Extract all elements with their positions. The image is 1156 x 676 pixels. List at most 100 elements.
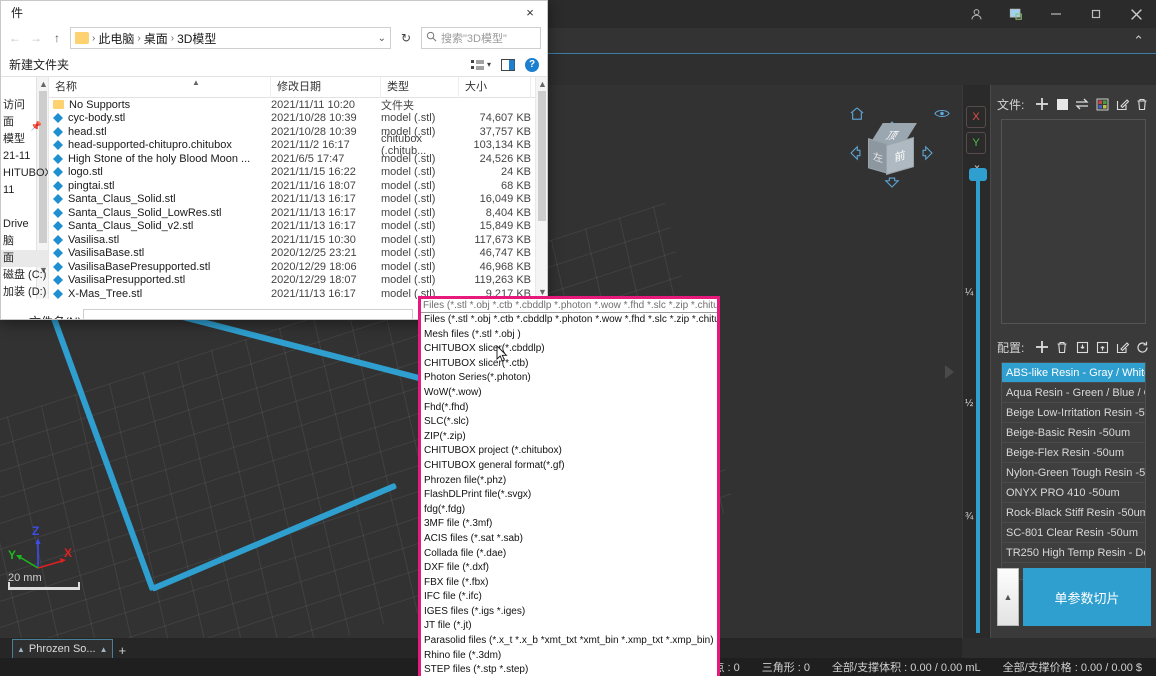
panel-collapse-arrow-icon[interactable] xyxy=(945,365,954,379)
breadcrumb-item-2[interactable]: 3D模型 xyxy=(177,30,216,47)
file-list-box[interactable] xyxy=(1001,119,1146,324)
table-row[interactable]: logo.stl 2021/11/15 16:22 model (.stl) 24 K… xyxy=(49,166,547,180)
scroll-up-arrow-icon[interactable]: ▲ xyxy=(538,79,547,89)
add-printer-tab-button[interactable]: + xyxy=(119,643,127,658)
edit-icon[interactable] xyxy=(1114,339,1130,355)
file-name-cell[interactable]: pingtai.stl xyxy=(49,180,271,192)
filetype-dropdown[interactable]: Files (*.stl *.obj *.ctb *.cbddlp *.phot… xyxy=(418,296,720,676)
view-cube[interactable]: 顶 左 前 xyxy=(868,123,917,176)
filetype-option-14[interactable]: 3MF file (*.3mf) xyxy=(421,517,717,532)
filetype-option-9[interactable]: CHITUBOX project (*.chitubox) xyxy=(421,444,717,459)
up-button[interactable]: ↑ xyxy=(49,28,65,48)
sidebar-item-7[interactable]: Drive xyxy=(1,216,48,233)
search-input[interactable]: 搜索"3D模型" xyxy=(421,27,541,49)
filetype-option-4[interactable]: Photon Series(*.photon) xyxy=(421,371,717,386)
sidebar-item-4[interactable]: HITUBOX xyxy=(1,165,48,182)
printer-tab[interactable]: ▲ Phrozen So... ▲ xyxy=(12,639,113,658)
column-header-type[interactable]: 类型 xyxy=(381,77,459,98)
filetype-option-24[interactable]: STEP files (*.stp *.step) xyxy=(421,663,717,676)
resin-list[interactable]: ABS-like Resin - Gray / White -50umAqua … xyxy=(1001,362,1146,580)
file-name-cell[interactable]: Santa_Claus_Solid_v2.stl xyxy=(49,220,271,232)
file-name-cell[interactable]: Santa_Claus_Solid.stl xyxy=(49,193,271,205)
filetype-option-20[interactable]: IGES files (*.igs *.iges) xyxy=(421,605,717,620)
breadcrumb-item-0[interactable]: 此电脑 xyxy=(98,30,134,47)
color-icon[interactable] xyxy=(1094,96,1110,112)
filetype-option-8[interactable]: ZIP(*.zip) xyxy=(421,430,717,445)
refresh-icon[interactable]: ↻ xyxy=(396,27,416,49)
arrow-down-icon[interactable] xyxy=(884,177,900,191)
file-name-cell[interactable]: High Stone of the holy Blood Moon ... xyxy=(49,153,271,165)
column-header-size[interactable]: 大小 xyxy=(459,77,531,98)
filetype-option-10[interactable]: CHITUBOX general format(*.gf) xyxy=(421,459,717,474)
minimize-icon[interactable] xyxy=(1036,0,1076,28)
file-name-cell[interactable]: Santa_Claus_Solid_LowRes.stl xyxy=(49,207,271,219)
list-item[interactable]: Aqua Resin - Green / Blue / Gray-4k / R xyxy=(1002,383,1145,403)
eye-icon[interactable] xyxy=(934,108,950,122)
eject-icon[interactable]: ▲ xyxy=(17,645,25,654)
view-cube-cluster[interactable]: 顶 左 前 xyxy=(834,99,954,199)
sidebar-item-8[interactable]: 脑 xyxy=(1,233,48,250)
column-header-date[interactable]: 修改日期 xyxy=(271,77,381,98)
slice-button[interactable]: 单参数切片 xyxy=(1023,568,1151,626)
new-folder-button[interactable]: 新建文件夹 xyxy=(9,56,69,73)
table-row[interactable]: cyc-body.stl 2021/10/28 10:39 model (.stl)… xyxy=(49,112,547,126)
slice-options-button[interactable]: ▲ xyxy=(997,568,1019,626)
preview-pane-icon[interactable] xyxy=(501,58,515,71)
cube-face-left[interactable]: 左 xyxy=(868,138,888,174)
table-row[interactable]: head-supported-chitupro.chitubox 2021/11/… xyxy=(49,133,547,157)
scrollbar-thumb[interactable] xyxy=(538,91,546,221)
sidebar-item-11[interactable]: 加装 (D:) xyxy=(1,284,48,299)
arrow-right-icon[interactable] xyxy=(922,145,933,164)
list-item[interactable]: ABS-like Resin - Gray / White -50um xyxy=(1002,363,1145,383)
file-name-cell[interactable]: No Supports xyxy=(49,99,271,111)
sidebar-item-6[interactable] xyxy=(1,199,48,216)
sidebar-item-9[interactable]: 面 xyxy=(1,250,48,267)
square-icon[interactable] xyxy=(1054,96,1070,112)
table-row[interactable]: head.stl 2021/10/28 10:39 model (.stl) 37,7… xyxy=(49,125,547,139)
list-item[interactable]: TR250 High Temp Resin - Deep Gray -5 xyxy=(1002,543,1145,563)
table-row[interactable]: Santa_Claus_Solid_LowRes.stl 2021/11/13 1… xyxy=(49,206,547,220)
slider-track[interactable] xyxy=(976,173,980,633)
sidebar-item-2[interactable]: 模型 xyxy=(1,131,48,148)
home-icon[interactable] xyxy=(850,107,864,123)
filename-input[interactable]: ⌄ xyxy=(83,309,413,320)
file-name-cell[interactable]: head.stl xyxy=(49,126,271,138)
close-icon[interactable]: × xyxy=(513,1,547,23)
list-item[interactable]: ONYX PRO 410 -50um xyxy=(1002,483,1145,503)
add-icon[interactable] xyxy=(1034,339,1050,355)
file-name-cell[interactable]: logo.stl xyxy=(49,166,271,178)
arrow-left-icon[interactable] xyxy=(850,145,861,164)
close-icon[interactable] xyxy=(1116,0,1156,28)
column-header-name[interactable]: 名称 xyxy=(49,77,271,98)
chevron-down-icon[interactable]: ⌄ xyxy=(400,314,408,320)
swap-icon[interactable] xyxy=(1074,96,1090,112)
scroll-up-arrow-icon[interactable]: ▲ xyxy=(39,79,48,89)
file-name-cell[interactable]: cyc-body.stl xyxy=(49,112,271,124)
list-item[interactable]: Nylon-Green Tough Resin -50um xyxy=(1002,463,1145,483)
filetype-option-0[interactable]: Files (*.stl *.obj *.ctb *.cbddlp *.phot… xyxy=(421,313,717,328)
delete-icon[interactable] xyxy=(1134,96,1150,112)
filetype-option-16[interactable]: Collada file (*.dae) xyxy=(421,547,717,562)
sidebar-item-1[interactable]: 面 📌 xyxy=(1,114,48,131)
file-name-cell[interactable]: head-supported-chitupro.chitubox xyxy=(49,139,271,151)
eject-icon[interactable]: ▲ xyxy=(100,645,108,654)
breadcrumb-item-1[interactable]: 桌面 xyxy=(144,30,168,47)
delete-icon[interactable] xyxy=(1054,339,1070,355)
sidebar-item-10[interactable]: 磁盘 (C:) xyxy=(1,267,48,284)
file-name-cell[interactable]: VasilisaPresupported.stl xyxy=(49,274,271,286)
table-row[interactable]: High Stone of the holy Blood Moon ... 202… xyxy=(49,152,547,166)
import-icon[interactable] xyxy=(1074,339,1090,355)
maximize-icon[interactable] xyxy=(1076,0,1116,28)
filetype-option-12[interactable]: FlashDLPrint file(*.svgx) xyxy=(421,488,717,503)
table-row[interactable]: Santa_Claus_Solid_v2.stl 2021/11/13 16:17… xyxy=(49,220,547,234)
list-item[interactable]: Beige-Basic Resin -50um xyxy=(1002,423,1145,443)
filetype-option-19[interactable]: IFC file (*.ifc) xyxy=(421,590,717,605)
forward-button[interactable]: → xyxy=(28,28,44,48)
table-row[interactable]: pingtai.stl 2021/11/16 18:07 model (.stl) 6… xyxy=(49,179,547,193)
list-item[interactable]: Beige Low-Irritation Resin -50um xyxy=(1002,403,1145,423)
refresh-icon[interactable] xyxy=(1134,339,1150,355)
filetype-option-2[interactable]: CHITUBOX slicer(*.cbddlp) xyxy=(421,342,717,357)
add-icon[interactable] xyxy=(1034,96,1050,112)
filetype-option-13[interactable]: fdg(*.fdg) xyxy=(421,503,717,518)
edit-icon[interactable] xyxy=(1114,96,1130,112)
